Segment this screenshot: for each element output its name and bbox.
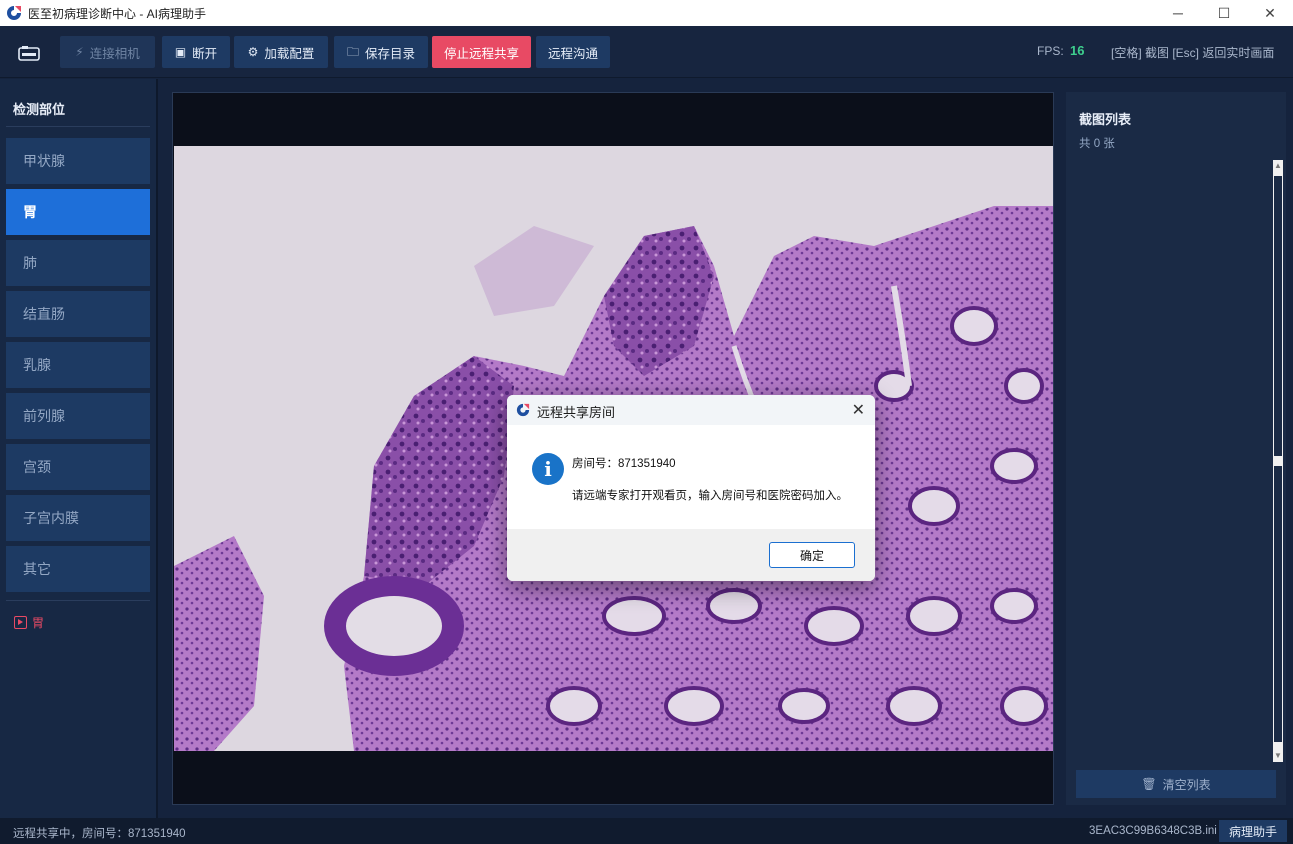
share-status-text: 远程共享中，房间号：871351940	[13, 828, 186, 840]
status-bar: 远程共享中，房间号：871351940 3EAC3C99B6348C3B.ini…	[0, 818, 1293, 844]
connect-camera-label: 连接相机	[89, 46, 140, 61]
scrollbar-track-upper	[1274, 176, 1282, 456]
current-site-indicator: 胃	[14, 614, 44, 631]
ok-button[interactable]: 确定	[769, 542, 855, 568]
info-icon: i	[532, 453, 564, 485]
clear-list-button[interactable]: 🗑 清空列表	[1076, 770, 1276, 798]
screenshot-list-scrollbar[interactable]: ▲ ▼	[1273, 160, 1283, 762]
sidebar-item-other[interactable]: 其它	[6, 546, 150, 592]
sidebar-item-prostate[interactable]: 前列腺	[6, 393, 150, 439]
save-directory-button[interactable]: 🗀 保存目录	[334, 36, 428, 68]
sidebar-item-endometrium[interactable]: 子宫内膜	[6, 495, 150, 541]
window-controls: ─ ☐ ✕	[1155, 0, 1293, 26]
scroll-up-icon[interactable]: ▲	[1273, 160, 1283, 172]
remote-share-room-dialog: 远程共享房间 ✕ i 房间号：871351940 请远端专家打开观看页，输入房间…	[507, 395, 875, 581]
sidebar-item-breast[interactable]: 乳腺	[6, 342, 150, 388]
sidebar-item-cervix[interactable]: 宫颈	[6, 444, 150, 490]
screenshot-list-panel: 截图列表 共 0 张 ▲ ▼ 🗑 清空列表	[1066, 92, 1286, 805]
current-site-label: 胃	[32, 616, 45, 630]
sidebar-item-lung[interactable]: 肺	[6, 240, 150, 286]
fps-label: FPS:	[1037, 44, 1064, 58]
config-file-name: 3EAC3C99B6348C3B.ini	[1089, 825, 1217, 837]
load-config-label: 加载配置	[264, 46, 315, 61]
minimize-button[interactable]: ─	[1155, 0, 1201, 26]
camera-device-icon	[18, 46, 40, 61]
dialog-header: 远程共享房间 ✕	[507, 395, 875, 425]
pathology-assistant-button[interactable]: 病理助手	[1219, 820, 1287, 842]
app-logo-icon	[7, 6, 21, 20]
room-number-text: 房间号：871351940	[572, 458, 676, 470]
dialog-instruction-text: 请远端专家打开观看页，输入房间号和医院密码加入。	[572, 490, 848, 502]
disconnect-label: 断开	[192, 46, 218, 61]
sidebar-item-colorectum[interactable]: 结直肠	[6, 291, 150, 337]
scroll-down-icon[interactable]: ▼	[1273, 750, 1283, 762]
sidebar-divider	[6, 126, 150, 127]
window-title: 医至初病理诊断中心 - AI病理助手	[28, 6, 207, 21]
stop-square-icon: ▣	[174, 45, 187, 59]
connect-camera-button[interactable]: ⚡ 连接相机	[60, 36, 155, 68]
dialog-close-icon[interactable]: ✕	[852, 400, 865, 420]
stop-remote-share-button[interactable]: 停止远程共享	[432, 36, 531, 68]
screenshot-count: 共 0 张	[1079, 138, 1115, 150]
play-icon	[14, 616, 27, 629]
shortcut-hint: [空格] 截图 [Esc] 返回实时画面	[1111, 46, 1275, 60]
folder-icon: 🗀	[346, 45, 359, 59]
maximize-button[interactable]: ☐	[1201, 0, 1247, 26]
toolbar: ⚡ 连接相机 ▣ 断开 ⚙ 加载配置 🗀 保存目录 停止远程共享 远程沟通 FP…	[0, 26, 1293, 78]
sidebar-title: 检测部位	[13, 102, 66, 117]
lightning-icon: ⚡	[75, 45, 84, 59]
gear-icon: ⚙	[247, 45, 259, 59]
load-config-button[interactable]: ⚙ 加载配置	[234, 36, 328, 68]
detection-site-sidebar: 检测部位 甲状腺 胃 肺 结直肠 乳腺 前列腺 宫颈 子宫内膜 其它 胃	[0, 79, 158, 818]
sidebar-item-thyroid[interactable]: 甲状腺	[6, 138, 150, 184]
disconnect-button[interactable]: ▣ 断开	[162, 36, 230, 68]
stop-remote-share-label: 停止远程共享	[443, 46, 519, 61]
remote-chat-button[interactable]: 远程沟通	[536, 36, 610, 68]
clear-list-label: 清空列表	[1162, 777, 1211, 792]
sidebar-divider	[6, 600, 150, 601]
app-logo-icon	[516, 403, 530, 417]
dialog-title: 远程共享房间	[537, 405, 616, 420]
fps-value: 16	[1070, 43, 1085, 58]
screenshot-list-title: 截图列表	[1079, 112, 1132, 127]
save-directory-label: 保存目录	[365, 46, 416, 61]
scrollbar-track-lower	[1274, 466, 1282, 742]
remote-chat-label: 远程沟通	[547, 46, 598, 61]
sidebar-item-stomach[interactable]: 胃	[6, 189, 150, 235]
title-bar: 医至初病理诊断中心 - AI病理助手 ─ ☐ ✕	[0, 0, 1293, 26]
trash-icon: 🗑	[1141, 777, 1157, 791]
close-window-button[interactable]: ✕	[1247, 0, 1293, 26]
